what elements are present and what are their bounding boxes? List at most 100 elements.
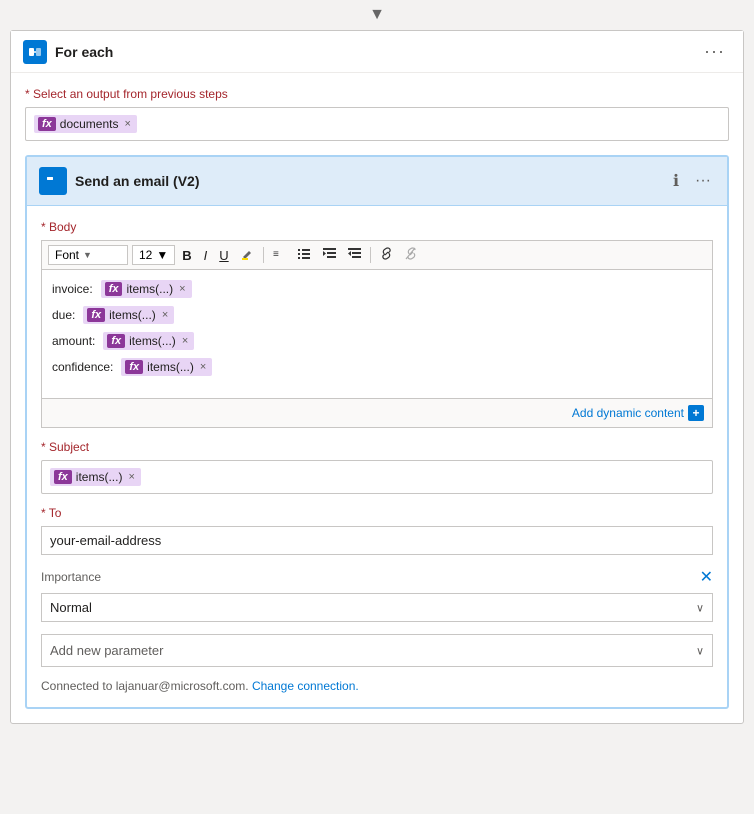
confidence-pill-value: items(...) bbox=[147, 360, 194, 374]
amount-fx-icon: fx bbox=[107, 334, 125, 348]
outlook-icon bbox=[39, 167, 67, 195]
highlight-button[interactable] bbox=[236, 245, 259, 265]
importance-section: Importance ✕ Normal High Low ∨ bbox=[41, 567, 713, 622]
select-output-label: * Select an output from previous steps bbox=[25, 87, 729, 101]
font-chevron-icon: ▼ bbox=[83, 250, 92, 260]
change-connection-link[interactable]: Change connection. bbox=[252, 679, 359, 693]
ordered-list-button[interactable]: ≡ bbox=[268, 245, 291, 265]
unordered-list-button[interactable] bbox=[293, 245, 316, 265]
outdent-icon bbox=[348, 247, 361, 260]
connected-text: Connected to lajanuar@microsoft.com. bbox=[41, 679, 249, 693]
documents-pill: fx documents × bbox=[34, 115, 137, 133]
to-label: * To bbox=[41, 506, 713, 520]
outdent-button[interactable] bbox=[343, 245, 366, 265]
size-chevron-icon: ▼ bbox=[156, 248, 168, 262]
indent-icon bbox=[323, 247, 336, 260]
email-card-ellipsis-button[interactable]: ··· bbox=[691, 170, 715, 192]
confidence-pill-close[interactable]: × bbox=[200, 361, 206, 373]
documents-fx-icon: fx bbox=[38, 117, 56, 131]
for-each-container: For each ··· * Select an output from pre… bbox=[10, 30, 744, 724]
underline-button[interactable]: U bbox=[214, 246, 233, 265]
size-label: 12 bbox=[139, 248, 152, 262]
email-card: Send an email (V2) ℹ ··· * Body Font ▼ bbox=[25, 155, 729, 709]
body-line-confidence: confidence: fx items(...) × bbox=[52, 358, 702, 376]
due-pill-close[interactable]: × bbox=[162, 309, 168, 321]
email-card-title: Send an email (V2) bbox=[75, 173, 669, 189]
importance-header: Importance ✕ bbox=[41, 567, 713, 587]
amount-pill-close[interactable]: × bbox=[182, 335, 188, 347]
highlight-icon bbox=[241, 247, 254, 260]
email-card-body: * Body Font ▼ 12 ▼ B I U bbox=[27, 206, 727, 707]
due-pill: fx items(...) × bbox=[83, 306, 174, 324]
subject-pill: fx items(...) × bbox=[50, 468, 141, 486]
unlink-button[interactable] bbox=[400, 245, 423, 265]
email-card-actions: ℹ ··· bbox=[669, 169, 715, 193]
confidence-label: confidence: bbox=[52, 360, 113, 374]
amount-label: amount: bbox=[52, 334, 95, 348]
connected-section: Connected to lajanuar@microsoft.com. Cha… bbox=[41, 679, 713, 693]
for-each-body: * Select an output from previous steps f… bbox=[11, 73, 743, 723]
subject-label: * Subject bbox=[41, 440, 713, 454]
add-dynamic-label: Add dynamic content bbox=[572, 406, 684, 420]
select-output-input[interactable]: fx documents × bbox=[25, 107, 729, 141]
for-each-header: For each ··· bbox=[11, 31, 743, 73]
subject-section: * Subject fx items(...) × bbox=[41, 440, 713, 494]
svg-text:≡: ≡ bbox=[273, 249, 279, 260]
bold-button[interactable]: B bbox=[177, 246, 196, 265]
add-param-select[interactable]: Add new parameter bbox=[42, 635, 712, 666]
font-dropdown[interactable]: Font ▼ bbox=[48, 245, 128, 265]
indent-button[interactable] bbox=[318, 245, 341, 265]
rich-text-toolbar: Font ▼ 12 ▼ B I U bbox=[41, 240, 713, 269]
top-arrow: ▼ bbox=[0, 0, 754, 30]
for-each-icon bbox=[23, 40, 47, 64]
invoice-fx-icon: fx bbox=[105, 282, 123, 296]
for-each-ellipsis-button[interactable]: ··· bbox=[698, 39, 731, 64]
link-button[interactable] bbox=[375, 245, 398, 265]
body-section: * Body Font ▼ 12 ▼ B I U bbox=[41, 220, 713, 428]
confidence-fx-icon: fx bbox=[125, 360, 143, 374]
toolbar-separator-1 bbox=[263, 247, 264, 263]
subject-fx-icon: fx bbox=[54, 470, 72, 484]
invoice-pill-close[interactable]: × bbox=[179, 283, 185, 295]
outlook-svg bbox=[43, 171, 63, 191]
info-button[interactable]: ℹ bbox=[669, 169, 683, 193]
amount-pill-value: items(...) bbox=[129, 334, 176, 348]
link-icon bbox=[380, 247, 393, 260]
to-input[interactable] bbox=[41, 526, 713, 555]
unlink-icon bbox=[405, 247, 418, 260]
due-pill-value: items(...) bbox=[109, 308, 156, 322]
subject-pill-close[interactable]: × bbox=[128, 471, 134, 483]
ordered-list-icon: ≡ bbox=[273, 247, 286, 260]
body-label: * Body bbox=[41, 220, 713, 234]
importance-select[interactable]: Normal High Low bbox=[42, 594, 712, 621]
add-dynamic-button[interactable]: Add dynamic content + bbox=[572, 405, 704, 421]
due-fx-icon: fx bbox=[87, 308, 105, 322]
add-dynamic-section: Add dynamic content + bbox=[41, 399, 713, 428]
importance-label: Importance bbox=[41, 570, 101, 584]
body-editor[interactable]: invoice: fx items(...) × due: fx bbox=[41, 269, 713, 399]
invoice-pill-value: items(...) bbox=[126, 282, 173, 296]
subject-input[interactable]: fx items(...) × bbox=[41, 460, 713, 494]
importance-select-wrapper: Normal High Low ∨ bbox=[41, 593, 713, 622]
invoice-label: invoice: bbox=[52, 282, 93, 296]
body-line-amount: amount: fx items(...) × bbox=[52, 332, 702, 350]
subject-pill-value: items(...) bbox=[76, 470, 123, 484]
importance-close-button[interactable]: ✕ bbox=[700, 567, 713, 587]
amount-pill: fx items(...) × bbox=[103, 332, 194, 350]
loop-icon bbox=[28, 45, 42, 59]
italic-button[interactable]: I bbox=[199, 246, 213, 265]
font-size-dropdown[interactable]: 12 ▼ bbox=[132, 245, 175, 265]
toolbar-separator-2 bbox=[370, 247, 371, 263]
body-line-invoice: invoice: fx items(...) × bbox=[52, 280, 702, 298]
invoice-pill: fx items(...) × bbox=[101, 280, 192, 298]
font-label: Font bbox=[55, 248, 79, 262]
add-dynamic-icon: + bbox=[688, 405, 704, 421]
documents-pill-value: documents bbox=[60, 117, 119, 131]
confidence-pill: fx items(...) × bbox=[121, 358, 212, 376]
unordered-list-icon bbox=[298, 247, 311, 260]
to-section: * To bbox=[41, 506, 713, 555]
documents-pill-close[interactable]: × bbox=[124, 118, 130, 130]
due-label: due: bbox=[52, 308, 75, 322]
add-param-wrapper: Add new parameter ∨ bbox=[41, 634, 713, 667]
email-card-header: Send an email (V2) ℹ ··· bbox=[27, 157, 727, 206]
